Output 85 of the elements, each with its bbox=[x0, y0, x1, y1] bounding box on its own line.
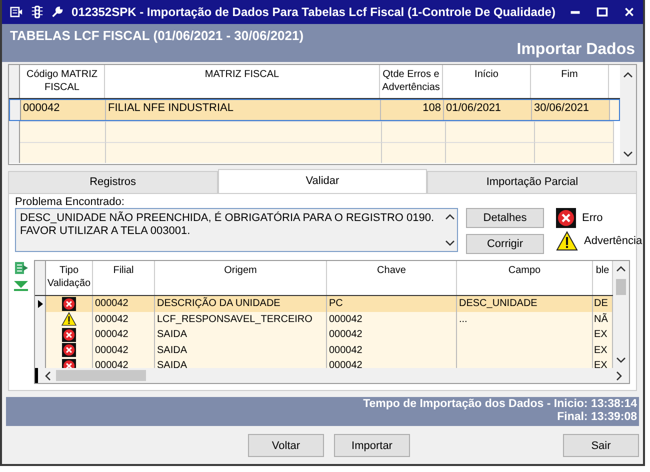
table-cell: LCF_RESPONSAVEL_TERCEIRO bbox=[155, 312, 327, 327]
table-cell: SAIDA bbox=[155, 327, 327, 342]
problem-label: Problema Encontrado: bbox=[15, 196, 126, 208]
maximize-icon[interactable] bbox=[596, 5, 609, 19]
close-icon[interactable] bbox=[622, 5, 636, 19]
error-icon bbox=[62, 328, 76, 342]
scroll-down-icon[interactable] bbox=[623, 150, 633, 158]
table-cell: EX bbox=[593, 327, 613, 342]
column-header: Início bbox=[443, 65, 531, 98]
table-cell: PC bbox=[327, 296, 457, 312]
column-header: Campo bbox=[457, 261, 593, 295]
table-cell: 000042 bbox=[93, 342, 155, 358]
table-cell: SAIDA bbox=[155, 342, 327, 358]
scroll-down-icon[interactable] bbox=[616, 356, 626, 364]
table-cell: SAIDA bbox=[155, 358, 327, 368]
import-button[interactable]: Importar bbox=[334, 434, 410, 457]
column-header: Origem bbox=[155, 261, 327, 295]
scroll-left-icon[interactable] bbox=[44, 370, 52, 380]
scroll-up-icon[interactable] bbox=[616, 265, 626, 273]
tab[interactable]: Registros bbox=[8, 171, 218, 193]
export-icon[interactable] bbox=[12, 260, 28, 276]
table-row[interactable]: 000042 SAIDA 000042 EX bbox=[35, 342, 613, 358]
window-title: 012352SPK - Importação de Dados Para Tabelas Lcf Fiscal (1-Controle De Qualidade) bbox=[72, 5, 556, 19]
table-cell: DESC_UNIDADE bbox=[457, 296, 593, 312]
problem-text-box[interactable]: DESC_UNIDADE NÃO PREENCHIDA, É OBRIGATÓRIA PARA O REGISTRO 0190. FAVOR UTILIZAR A TELA 003001. bbox=[15, 208, 458, 252]
column-header: Filial bbox=[93, 261, 155, 295]
table-cell: DESCRIÇÃO DA UNIDADE bbox=[155, 296, 327, 312]
table-cell: 01/06/2021 bbox=[444, 100, 532, 120]
column-header: MATRIZ FISCAL bbox=[105, 65, 380, 98]
error-icon bbox=[62, 296, 76, 311]
warning-icon bbox=[61, 312, 77, 326]
traffic-light-icon[interactable] bbox=[30, 4, 44, 20]
table-cell: 000042 bbox=[327, 327, 457, 342]
back-button[interactable]: Voltar bbox=[248, 434, 324, 457]
tab[interactable]: Validar bbox=[218, 169, 428, 193]
table-cell: FILIAL NFE INDUSTRIAL bbox=[106, 100, 381, 120]
table-row[interactable]: 000042 SAIDA 000042 EX bbox=[35, 358, 613, 368]
exit-button[interactable]: Sair bbox=[563, 434, 639, 457]
table-cell: DE bbox=[593, 296, 613, 312]
column-header: Tipo Validação bbox=[46, 261, 93, 295]
tab[interactable]: Importação Parcial bbox=[427, 171, 638, 193]
error-icon bbox=[556, 208, 576, 228]
menu-icon[interactable] bbox=[10, 5, 23, 19]
table-cell: ... bbox=[457, 312, 593, 327]
table-row[interactable]: 000042 DESCRIÇÃO DA UNIDADE PC DESC_UNIDADE DE bbox=[35, 296, 613, 312]
status-text: Final: 13:39:08 bbox=[557, 411, 637, 424]
scrollbar[interactable] bbox=[620, 65, 636, 164]
scroll-up-icon[interactable] bbox=[623, 71, 633, 79]
horizontal-scrollbar[interactable] bbox=[35, 368, 629, 383]
warning-icon bbox=[556, 231, 578, 251]
legend-label: Erro bbox=[582, 212, 603, 224]
action-button[interactable]: Detalhes bbox=[466, 208, 544, 228]
table-cell: 108 bbox=[381, 100, 444, 120]
scrollbar[interactable] bbox=[613, 261, 629, 368]
wrench-icon[interactable] bbox=[51, 5, 64, 19]
table-row[interactable]: 000042 FILIAL NFE INDUSTRIAL 108 01/06/2021 30/06/2021 bbox=[9, 99, 620, 121]
table-cell: 000042 bbox=[93, 358, 155, 368]
column-header: Código MATRIZ FISCAL bbox=[20, 65, 105, 98]
status-text: Tempo de Importação dos Dados - Inicio: 13:38:14 bbox=[363, 398, 637, 411]
table-cell: 30/06/2021 bbox=[532, 100, 610, 120]
column-header: Chave bbox=[327, 261, 457, 295]
table-cell: 000042 bbox=[327, 358, 457, 368]
column-header: Qtde Erros e Advertências bbox=[380, 65, 443, 98]
table-cell: 000042 bbox=[327, 342, 457, 358]
header-subtitle: Importar Dados bbox=[516, 41, 635, 59]
table-row[interactable]: 000042 SAIDA 000042 EX bbox=[35, 327, 613, 342]
table-cell: EX bbox=[593, 342, 613, 358]
filter-icon[interactable] bbox=[12, 280, 28, 292]
table-cell: 000042 bbox=[93, 296, 155, 312]
scroll-thumb[interactable] bbox=[616, 279, 626, 295]
table-cell: 000042 bbox=[93, 327, 155, 342]
table-cell: NÃ bbox=[593, 312, 613, 327]
scroll-down-icon[interactable] bbox=[445, 239, 455, 247]
scroll-up-icon[interactable] bbox=[445, 213, 455, 221]
current-row-icon bbox=[38, 300, 42, 308]
table-cell: 000042 bbox=[21, 100, 106, 120]
table-row[interactable]: 000042 LCF_RESPONSAVEL_TERCEIRO 000042 ... NÃ bbox=[35, 312, 613, 327]
header-title: TABELAS LCF FISCAL (01/06/2021 - 30/06/2021) bbox=[10, 28, 305, 43]
table-cell: 000042 bbox=[327, 312, 457, 327]
table-cell: EX bbox=[593, 358, 613, 368]
legend-label: Advertência bbox=[584, 235, 642, 247]
column-header: Fim bbox=[531, 65, 609, 98]
scroll-right-icon[interactable] bbox=[615, 370, 623, 380]
action-button[interactable]: Corrigir bbox=[466, 234, 544, 254]
table-cell: 000042 bbox=[93, 312, 155, 327]
